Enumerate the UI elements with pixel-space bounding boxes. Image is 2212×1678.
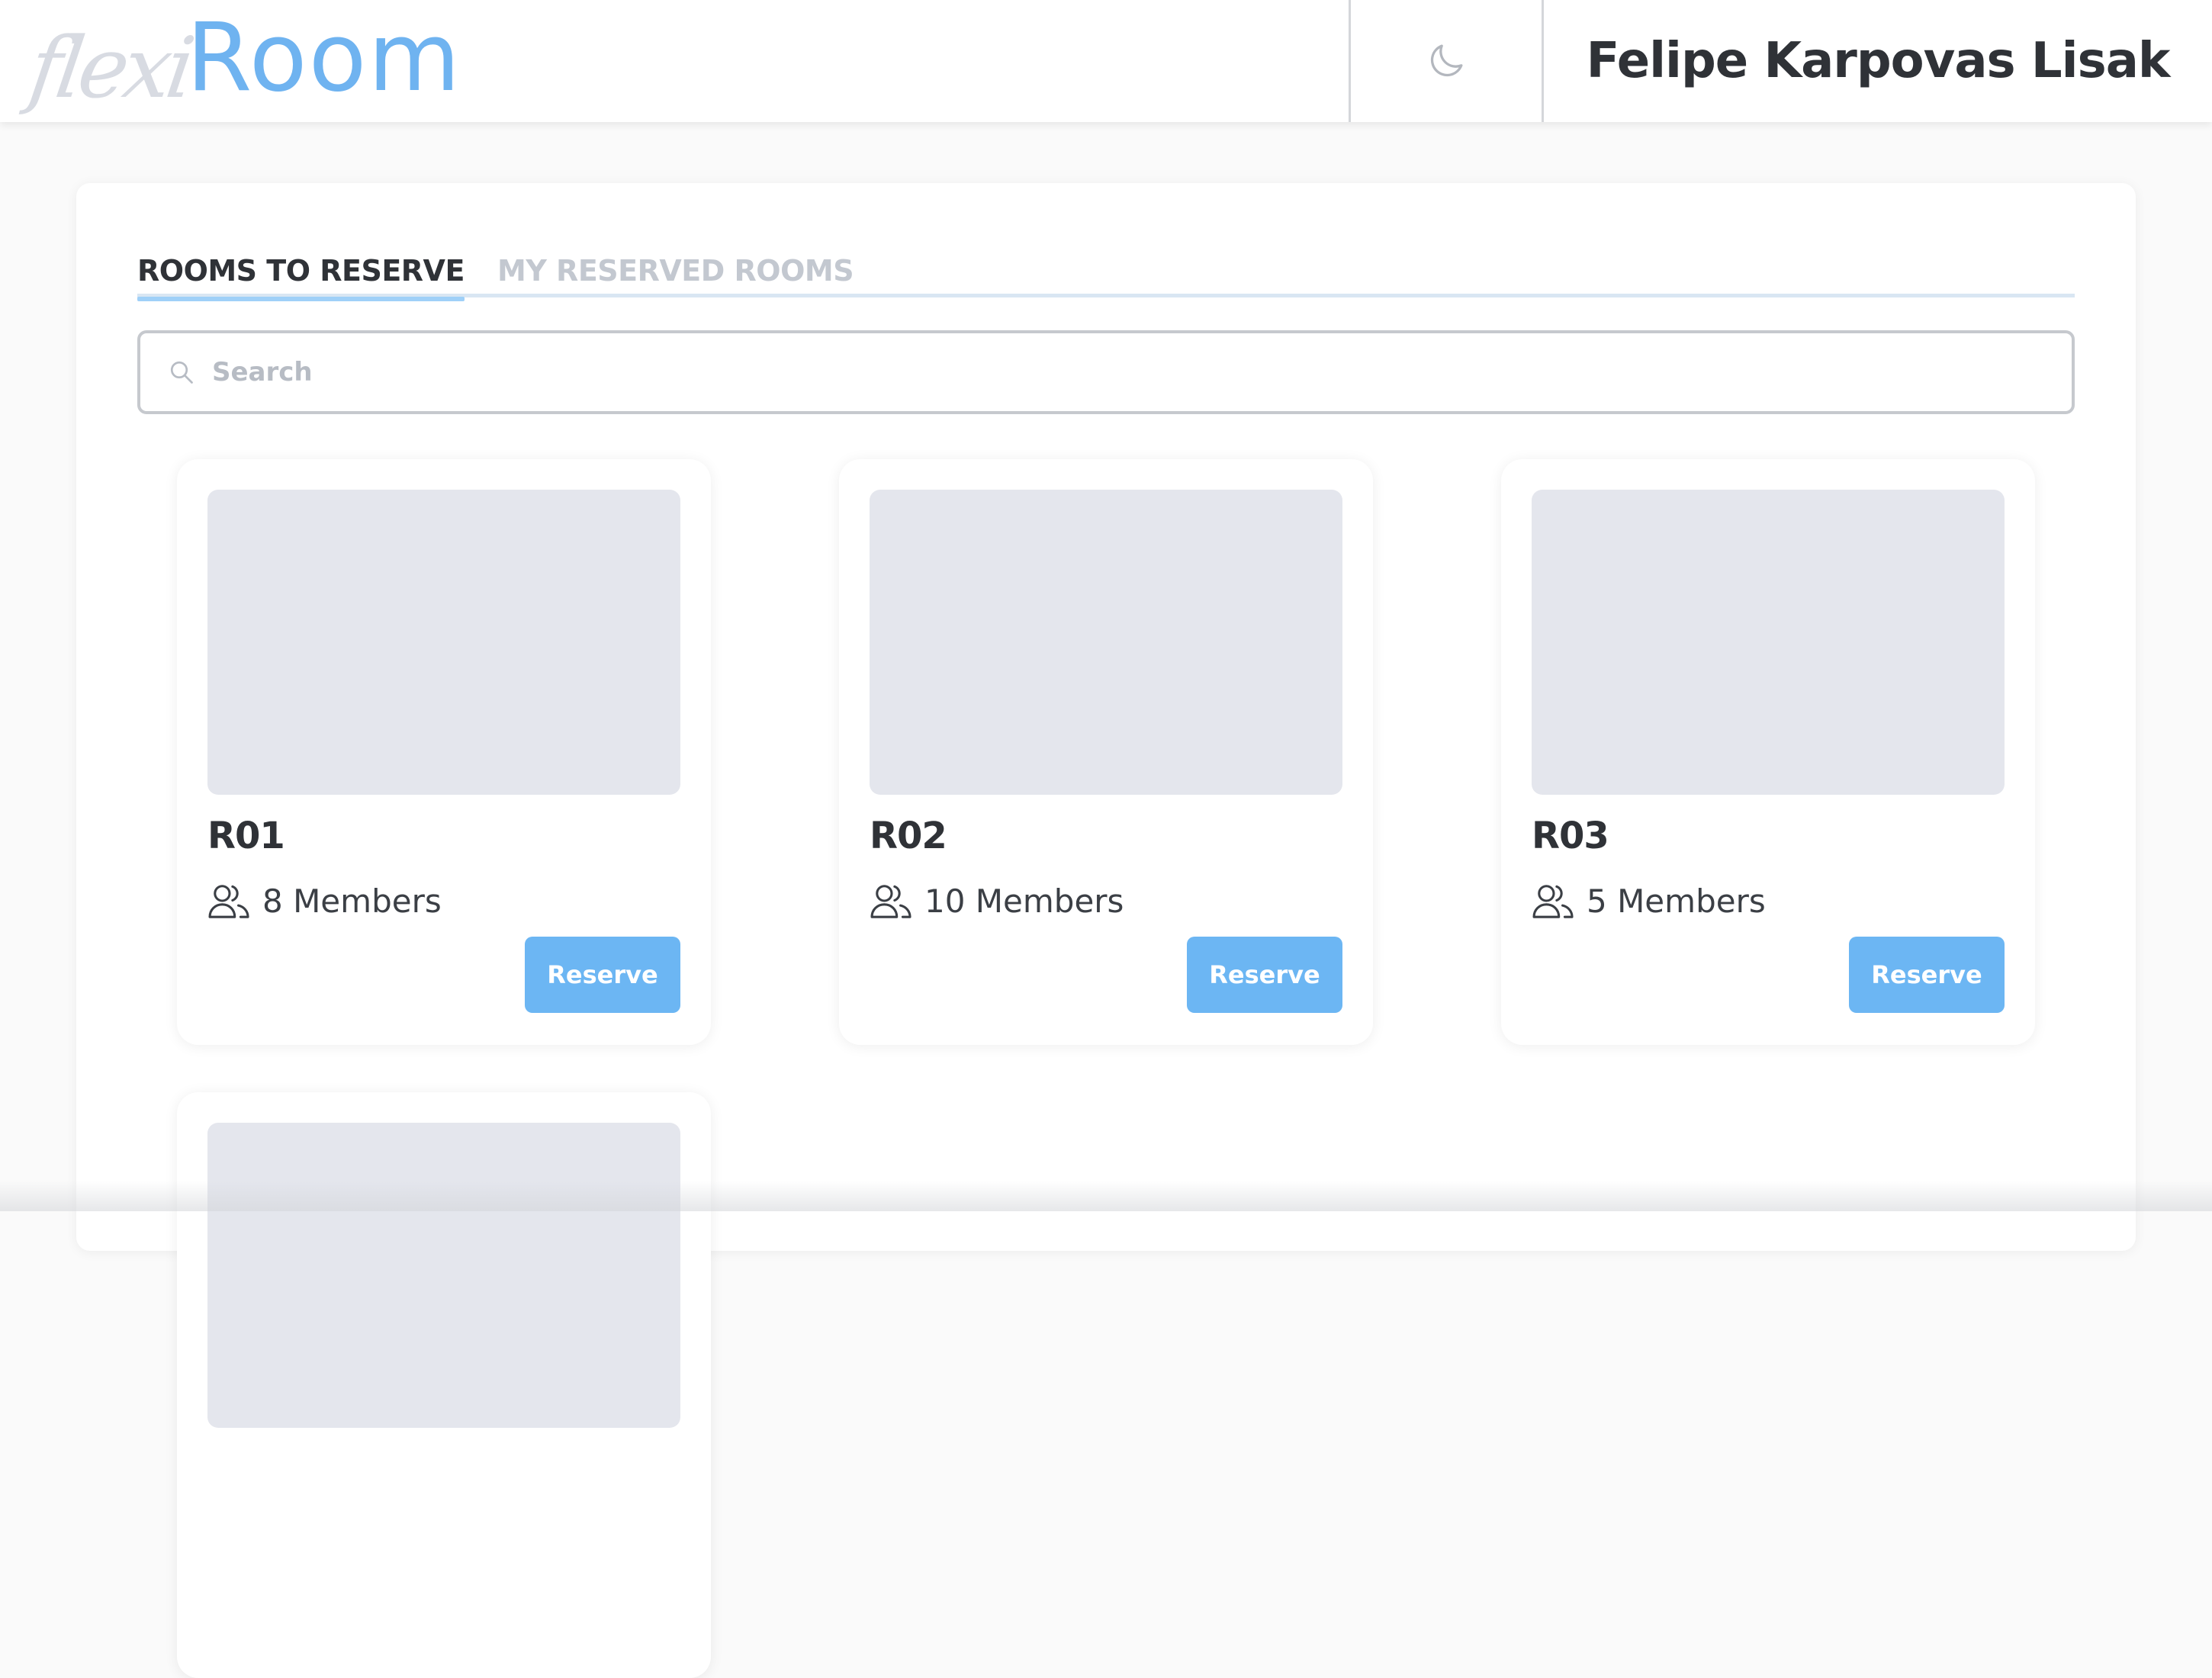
user-name[interactable]: Felipe Karpovas Lisak [1544, 0, 2212, 122]
tab-rooms-to-reserve[interactable]: ROOMS TO RESERVE [137, 244, 465, 301]
reserve-button[interactable]: Reserve [1187, 937, 1342, 1013]
logo-prefix: flexi [24, 19, 197, 117]
room-card-partial [177, 1092, 711, 1678]
theme-toggle-button[interactable] [1351, 0, 1542, 122]
room-members: 10 Members [870, 882, 1124, 920]
members-count: 10 Members [924, 882, 1124, 920]
room-members: 5 Members [1532, 882, 1766, 920]
room-card: R03 5 Members Reserve [1501, 459, 2035, 1045]
top-header: flexi Room Felipe Karpovas Lisak [0, 0, 2212, 122]
logo-main: Room [186, 3, 462, 113]
reserve-button[interactable]: Reserve [525, 937, 680, 1013]
moon-icon [1430, 44, 1463, 77]
search-icon [170, 361, 193, 384]
room-image-placeholder [207, 1123, 680, 1428]
room-image-placeholder [1532, 490, 2005, 795]
users-icon [207, 882, 252, 920]
room-name: R02 [870, 815, 947, 857]
reserve-button[interactable]: Reserve [1849, 937, 2005, 1013]
room-name: R01 [207, 815, 285, 857]
members-count: 8 Members [262, 882, 442, 920]
rooms-panel: ROOMS TO RESERVE MY RESERVED ROOMS R01 8… [76, 183, 2136, 1678]
tab-bar: ROOMS TO RESERVE MY RESERVED ROOMS [137, 244, 2075, 301]
room-image-placeholder [870, 490, 1342, 795]
room-card: R02 10 Members Reserve [839, 459, 1373, 1045]
users-icon [1532, 882, 1576, 920]
search-bar[interactable] [137, 330, 2075, 414]
tab-my-reserved-rooms[interactable]: MY RESERVED ROOMS [497, 244, 854, 297]
room-card: R01 8 Members Reserve [177, 459, 711, 1045]
search-input[interactable] [211, 356, 1965, 388]
room-image-placeholder [207, 490, 680, 795]
members-count: 5 Members [1587, 882, 1766, 920]
users-icon [870, 882, 914, 920]
app-logo[interactable]: flexi Room [24, 0, 462, 122]
room-members: 8 Members [207, 882, 442, 920]
room-name: R03 [1532, 815, 1609, 857]
